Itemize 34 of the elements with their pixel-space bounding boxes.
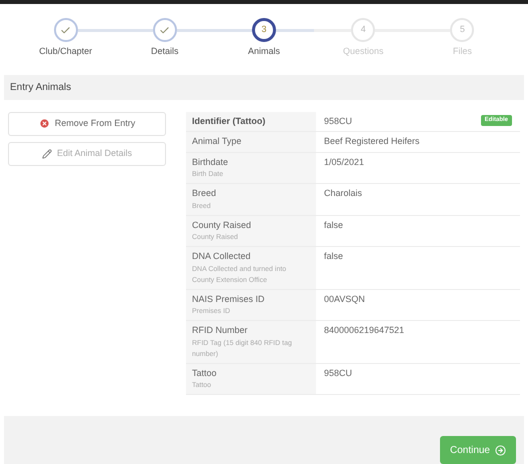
field-label: RFID Number — [192, 324, 249, 337]
step-number: 4 — [360, 23, 366, 36]
check-icon — [159, 24, 170, 36]
field-label: Breed — [192, 187, 218, 200]
step-label: Questions — [342, 45, 384, 58]
field-value: Beef Registered Heifers — [324, 135, 420, 148]
field-value: 8400006219647521 — [324, 324, 404, 337]
step-label: Details — [151, 45, 179, 58]
field-value: false — [324, 250, 344, 263]
step-label: Animals — [248, 45, 280, 58]
check-icon — [60, 24, 72, 36]
step-number: 3 — [262, 23, 267, 36]
field-label: Identifier (Tattoo) — [192, 114, 266, 128]
step-label: Club/Chapter — [39, 45, 92, 58]
step-label: Files — [452, 45, 472, 58]
field-value: 958CU — [324, 366, 352, 380]
field-label: Birthdate — [192, 156, 230, 168]
remove-button[interactable]: Remove From Entry — [8, 112, 166, 136]
continue-button[interactable]: Continue — [440, 436, 516, 464]
field-value: 958CU — [324, 114, 352, 128]
section-header: Entry Animals — [4, 74, 524, 100]
field-label: County Raised — [192, 218, 252, 232]
edit-button[interactable]: Edit Animal Details — [8, 142, 166, 166]
field-label: Animal Type — [192, 135, 242, 148]
step-number: 5 — [460, 23, 465, 36]
pencil-icon — [42, 148, 52, 158]
field-label: NAIS Premises ID — [192, 292, 266, 306]
field-label: Tattoo — [192, 366, 218, 380]
field-value: 00AVSQN — [324, 292, 365, 306]
field-value: false — [324, 218, 344, 232]
field-value: 1/05/2021 — [324, 156, 364, 168]
field-label: DNA Collected — [192, 250, 252, 263]
field-value: Charolais — [324, 187, 362, 200]
remove-icon — [38, 118, 50, 129]
